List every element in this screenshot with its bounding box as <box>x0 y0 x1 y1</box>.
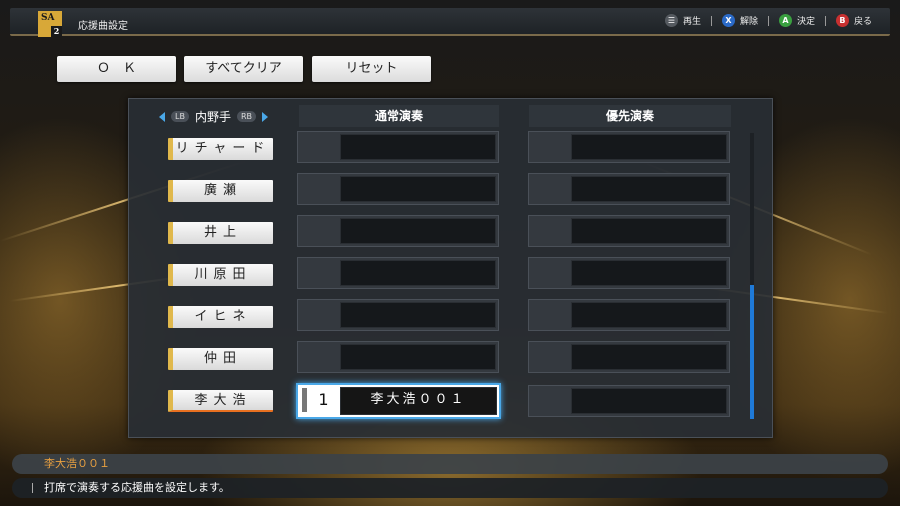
priority-song-slot[interactable] <box>528 385 730 417</box>
normal-song-slot[interactable] <box>297 257 499 289</box>
normal-song-slot[interactable] <box>297 215 499 247</box>
slot-number: 1 <box>302 388 340 412</box>
cheer-song-table: LB 内野手 RB 通常演奏 優先演奏 リチャード 廣瀬 井上 川原田 イヒネ … <box>128 98 773 438</box>
normal-song-slot[interactable] <box>297 341 499 373</box>
position-label: 内野手 <box>194 110 231 124</box>
player-name[interactable]: リチャード <box>168 138 273 160</box>
description-text: 打席で演奏する応援曲を設定します。 <box>44 481 230 494</box>
player-name[interactable]: 川原田 <box>168 264 273 286</box>
normal-song-slot-selected[interactable]: 1 李大浩００１ <box>296 383 501 419</box>
separator <box>824 15 826 26</box>
lb-button-icon: LB <box>171 111 189 122</box>
priority-song-slot[interactable] <box>528 257 730 289</box>
normal-song-slot[interactable] <box>297 131 499 163</box>
screen-title: 応援曲設定 <box>78 21 128 32</box>
x-button-icon: X <box>721 14 735 27</box>
normal-play-header: 通常演奏 <box>299 105 499 127</box>
hint-label: 再生 <box>682 17 701 27</box>
player-name[interactable]: 仲田 <box>168 348 273 370</box>
separator <box>710 15 712 26</box>
ok-button[interactable]: Ｏ Ｋ <box>57 56 176 82</box>
info-marker <box>32 483 33 493</box>
player-name[interactable]: 井上 <box>168 222 273 244</box>
game-logo: SA 2 <box>38 11 62 37</box>
clear-all-button[interactable]: すべてクリア <box>184 56 303 82</box>
position-selector[interactable]: LB 内野手 RB <box>159 108 269 125</box>
selected-song-bar: 李大浩００１ <box>12 454 888 474</box>
hint-back[interactable]: B 戻る <box>835 14 872 27</box>
normal-song-slot[interactable] <box>297 173 499 205</box>
priority-song-slot[interactable] <box>528 131 730 163</box>
b-button-icon: B <box>835 14 849 27</box>
player-name[interactable]: イヒネ <box>168 306 273 328</box>
normal-song-slot[interactable] <box>297 299 499 331</box>
hint-play[interactable]: ☰ 再生 <box>664 14 701 27</box>
separator <box>767 15 769 26</box>
slot-song-name: 李大浩００１ <box>340 387 497 415</box>
rb-button-icon: RB <box>236 111 257 122</box>
hint-label: 戻る <box>853 17 872 27</box>
top-bar: SA 2 応援曲設定 ☰ 再生 X 解除 A 決定 B 戻る <box>10 8 890 37</box>
description-bar: 打席で演奏する応援曲を設定します。 <box>12 478 888 498</box>
hint-remove[interactable]: X 解除 <box>721 14 758 27</box>
arrow-left-icon <box>159 111 165 122</box>
menu-button-icon: ☰ <box>664 14 678 27</box>
arrow-right-icon <box>262 111 269 122</box>
priority-song-slot[interactable] <box>528 215 730 247</box>
a-button-icon: A <box>778 14 792 27</box>
priority-song-slot[interactable] <box>528 299 730 331</box>
button-hints: ☰ 再生 X 解除 A 決定 B 戻る <box>664 14 872 27</box>
hint-label: 解除 <box>739 17 758 27</box>
priority-song-slot[interactable] <box>528 341 730 373</box>
scrollbar-thumb[interactable] <box>750 285 754 419</box>
reset-button[interactable]: リセット <box>312 56 431 82</box>
priority-play-header: 優先演奏 <box>529 105 731 127</box>
hint-confirm[interactable]: A 決定 <box>778 14 815 27</box>
hint-label: 決定 <box>796 17 815 27</box>
player-name[interactable]: 廣瀬 <box>168 180 273 202</box>
priority-song-slot[interactable] <box>528 173 730 205</box>
player-name-active[interactable]: 李大浩 <box>168 390 273 412</box>
